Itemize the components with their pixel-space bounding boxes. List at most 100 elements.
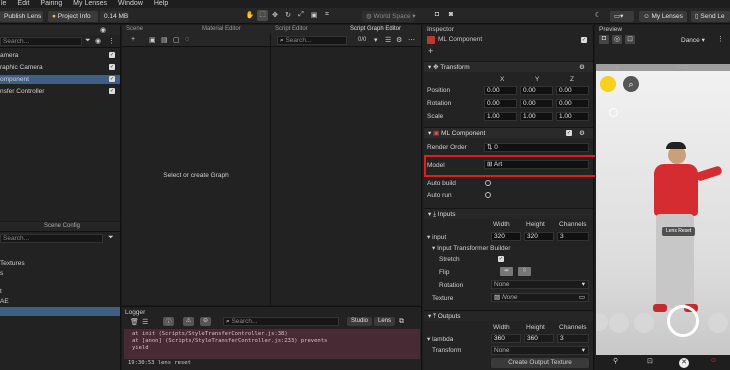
resource-row[interactable]: t (0, 287, 120, 296)
position-x-field[interactable]: 0.00 (484, 86, 517, 95)
scale-y-field[interactable]: 1.00 (520, 112, 553, 121)
add-friend-icon[interactable] (609, 108, 618, 117)
outputs-section-header[interactable]: ▾ ⤒ Outputs (424, 310, 593, 321)
menu-window[interactable]: Window (118, 0, 143, 7)
objects-search-input[interactable]: Search... (0, 37, 82, 46)
resource-row[interactable]: AE (0, 297, 120, 306)
position-y-field[interactable]: 0.00 (520, 86, 553, 95)
rotation-dropdown[interactable]: None ▾ (491, 280, 589, 289)
position-z-field[interactable]: 0.00 (556, 86, 589, 95)
menu-help[interactable]: Help (154, 0, 168, 7)
filter-icon[interactable]: ⏷ (85, 37, 91, 45)
gear-icon[interactable]: ⚙ (396, 36, 402, 44)
add-icon[interactable]: + (131, 36, 135, 43)
object-row[interactable]: amera ✓ (0, 51, 120, 60)
camera-icon[interactable]: ◘ (432, 11, 442, 18)
copy-icon[interactable]: ⧉ (399, 318, 404, 326)
output-width-field[interactable]: 360 (491, 334, 521, 343)
screenshot-icon[interactable]: ⊡ (647, 357, 653, 365)
tab-script-editor[interactable]: Script Editor (275, 26, 308, 32)
lens-carousel-item[interactable] (708, 313, 728, 333)
input-channels-field[interactable]: 3 (557, 232, 589, 241)
preview-source-dropdown[interactable]: Dance ▾ (681, 36, 705, 44)
auto-build-toggle[interactable] (485, 180, 491, 186)
object-row[interactable]: raphic Camera ✓ (0, 63, 120, 72)
scale-x-field[interactable]: 1.00 (484, 112, 517, 121)
object-enabled-checkbox[interactable]: ✓ (109, 76, 115, 82)
ml-component-enabled-checkbox[interactable]: ✓ (566, 130, 572, 136)
folder-icon[interactable]: ▭ (579, 294, 585, 301)
vertex-tool-icon[interactable]: ⌗ (322, 11, 332, 19)
filter-icon[interactable]: ⏷ (108, 234, 114, 242)
preview-camera-icon[interactable]: ◘ (599, 35, 609, 44)
resources-search-input[interactable]: Search... (0, 234, 103, 243)
warning-filter-icon[interactable]: ⚠ (183, 317, 194, 326)
logger-tab-lens[interactable]: Lens (374, 317, 396, 326)
move-tool-icon[interactable]: ✥ (270, 11, 280, 19)
preview-snap-icon[interactable]: ⊡ (625, 35, 635, 44)
my-lenses-button[interactable]: ☺ My Lenses (639, 11, 687, 22)
eye-icon[interactable]: ◉ (95, 37, 101, 45)
trash-icon[interactable]: 🗑 (130, 318, 139, 326)
tab-scene[interactable]: Scene (126, 26, 143, 32)
object-enabled-checkbox[interactable]: ✓ (109, 52, 115, 58)
output-channels-field[interactable]: 3 (557, 334, 589, 343)
tab-scene-config[interactable]: Scene Config (44, 223, 80, 229)
publish-lens-button[interactable]: Publish Lens (0, 11, 43, 22)
rect-tool-icon[interactable]: ▣ (309, 11, 319, 19)
lens-carousel-item[interactable] (596, 313, 608, 331)
object-row-selected[interactable]: omponent ✓ (0, 75, 120, 84)
model-field[interactable]: ⊞ Art (484, 160, 589, 169)
frame-icon[interactable]: ▣ (149, 36, 156, 44)
ghost-icon[interactable] (600, 76, 616, 92)
graph-search-input[interactable]: ⌕ Search... (277, 36, 347, 45)
menu-edit[interactable]: Edit (17, 0, 29, 7)
gear-icon[interactable]: ⚙ (579, 128, 585, 139)
rotation-y-field[interactable]: 0.00 (520, 99, 553, 108)
output-height-field[interactable]: 360 (524, 334, 554, 343)
tool-icon[interactable]: ⚲ (613, 357, 618, 365)
more-icon[interactable]: ⋯ (408, 36, 415, 44)
lens-carousel-item[interactable] (609, 313, 629, 333)
output-transform-dropdown[interactable]: None ▾ (491, 346, 589, 355)
flip-vertical-icon[interactable]: ⇳ (518, 267, 531, 276)
create-output-texture-button[interactable]: Create Output Texture (491, 358, 589, 368)
scale-z-field[interactable]: 1.00 (556, 112, 589, 121)
logger-search-input[interactable]: ⌕ Search... (223, 317, 339, 326)
input-height-field[interactable]: 320 (524, 232, 554, 241)
settings-icon[interactable]: ◌ (185, 36, 189, 43)
menu-file[interactable]: le (1, 0, 6, 7)
ml-component-section-header[interactable]: ▾ ▣ ML Component ✓ ⚙ (424, 127, 593, 138)
select-tool-icon[interactable]: ⬚ (257, 10, 268, 21)
capture-icon[interactable]: ◙ (446, 11, 456, 18)
graph-zoom-label[interactable]: 0/0 (358, 37, 366, 43)
menu-my-lenses[interactable]: My Lenses (73, 0, 107, 7)
resource-row-selected[interactable] (0, 307, 120, 316)
rotate-tool-icon[interactable]: ↻ (283, 11, 293, 19)
layout-icon[interactable]: ▤ (161, 36, 168, 44)
rotation-x-field[interactable]: 0.00 (484, 99, 517, 108)
rotation-z-field[interactable]: 0.00 (556, 99, 589, 108)
comment-icon[interactable]: ▢ (173, 36, 180, 44)
list-icon[interactable]: ☰ (385, 36, 391, 44)
lens-carousel-item[interactable] (634, 313, 654, 333)
list-icon[interactable]: ☰ (142, 318, 148, 326)
input-transformer-builder-label[interactable]: ▾ Input Transformer Builder (432, 244, 510, 252)
resource-row[interactable]: Textures (0, 259, 120, 268)
render-order-field[interactable]: ⇅ 0 (484, 143, 589, 152)
inputs-section-header[interactable]: ▾ ⤓ Inputs (424, 208, 593, 219)
project-info-button[interactable]: ● Project Info (48, 11, 98, 22)
search-icon[interactable]: ⌕ (623, 76, 639, 92)
capture-button[interactable] (667, 305, 699, 337)
object-enabled-checkbox[interactable]: ✓ (581, 37, 587, 43)
info-filter-icon[interactable]: ⓘ (163, 317, 174, 326)
gear-icon[interactable]: ⚙ (579, 62, 585, 73)
input-width-field[interactable]: 320 (491, 232, 521, 241)
menu-pairing[interactable]: Pairing (40, 0, 62, 7)
add-component-icon[interactable]: + (428, 46, 433, 56)
logger-tab-studio[interactable]: Studio (347, 317, 373, 326)
stretch-checkbox[interactable]: ✓ (498, 256, 504, 262)
close-icon[interactable]: ✕ (679, 358, 689, 368)
send-lens-button[interactable]: ▯ Send Le (691, 11, 730, 22)
transform-section-header[interactable]: ▾ ✥ Transform ⚙ (424, 61, 593, 72)
